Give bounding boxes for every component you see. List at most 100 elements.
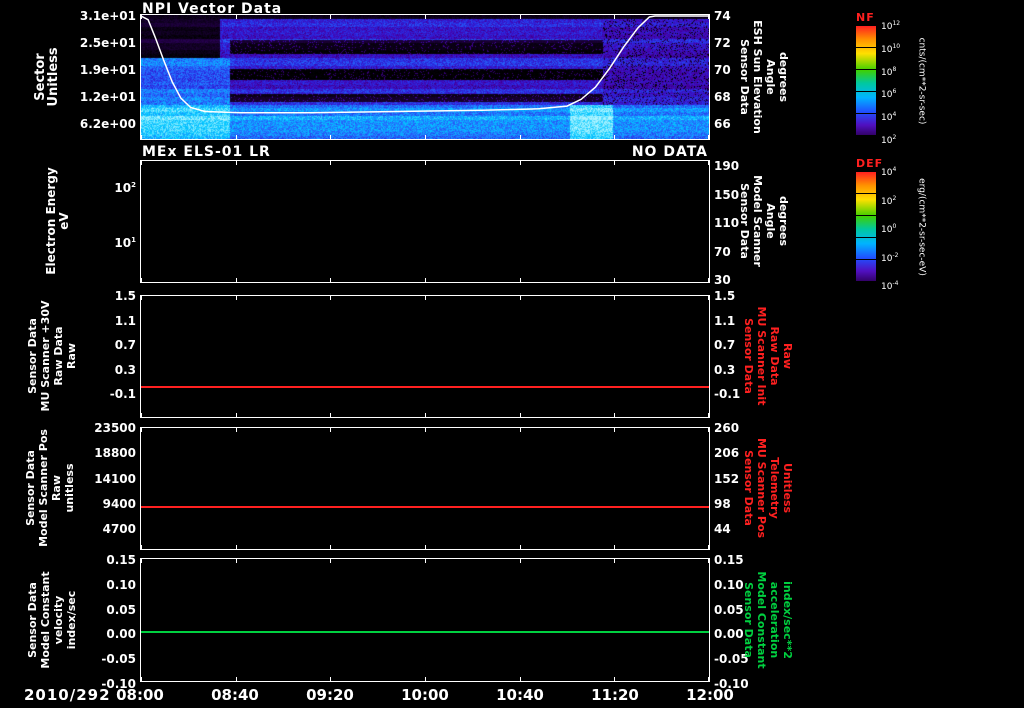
axis-tick-mark: [235, 135, 237, 139]
npi-y-axis-label: Sector Unitless: [33, 47, 61, 107]
axis-tick-mark: [614, 161, 616, 165]
axis-tick-mark: [614, 559, 616, 563]
tick-label: 0.10: [106, 577, 136, 592]
def-colorbar-ticks: 104 102 100 10-2 10-4: [881, 165, 917, 292]
mu30v-right-axis-label: Raw Raw Data MU Scanner Init Sensor Data: [742, 306, 794, 406]
tick-label: 10:40: [496, 686, 544, 704]
tick-label: 9400: [102, 496, 136, 511]
axis-tick-mark: [330, 296, 332, 300]
axis-tick-mark: [330, 677, 332, 681]
axis-tick-mark: [708, 545, 709, 549]
npi-right-axis-label: degrees Angle ESH Sun Elevation Sensor D…: [738, 20, 790, 134]
axis-tick-mark: [519, 135, 521, 139]
tick-label: 10:00: [401, 686, 449, 704]
axis-tick-mark: [614, 677, 616, 681]
mu30v-y-axis-label: Sensor Data MU Scanner +30V Raw Data Raw: [26, 300, 78, 412]
mu30v-panel: [140, 295, 710, 418]
sun-elevation-line: [141, 15, 709, 114]
axis-tick-mark: [141, 135, 142, 139]
tick-label: 1.1: [114, 313, 136, 328]
axis-tick-mark: [708, 296, 709, 300]
axis-tick-mark: [141, 278, 142, 282]
axis-tick-mark: [519, 278, 521, 282]
tick-label: -0.1: [109, 387, 136, 401]
axis-tick-mark: [141, 677, 142, 681]
nf-colorbar: [856, 26, 876, 136]
axis-tick-mark: [614, 135, 616, 139]
tick-label: 102: [881, 194, 897, 207]
sun-elevation-overlay: [141, 15, 709, 114]
els-title: MEx ELS-01 LR: [142, 144, 271, 160]
scannerpos-y-axis-label: Sensor Data Model Scanner Pos Raw unitle…: [24, 429, 76, 547]
tick-label: 0.7: [114, 338, 136, 352]
tick-label: 1.9e+01: [79, 63, 136, 77]
axis-tick-mark: [330, 15, 332, 19]
axis-tick-mark: [425, 278, 426, 282]
tick-label: 190: [714, 159, 740, 173]
scannerpos-panel: [140, 427, 710, 550]
velocity-data-line: [141, 631, 709, 634]
axis-tick-mark: [141, 413, 142, 417]
velocity-right-axis-label: index/sec**2 acceleration Model Constant…: [742, 571, 794, 669]
nf-colorbar-unit: cnts/(cm**2-sr-sec): [916, 37, 927, 125]
tick-label: 106: [881, 88, 897, 101]
axis-tick-mark: [235, 15, 237, 19]
axis-tick-mark: [235, 428, 237, 432]
axis-tick-mark: [614, 428, 616, 432]
tick-label: 104: [881, 166, 897, 178]
els-y-axis-label: Electron Energy eV: [44, 167, 71, 275]
axis-tick-mark: [708, 278, 709, 282]
tick-label: 08:40: [211, 686, 259, 704]
tick-label: 4700: [102, 522, 136, 536]
tick-label: 102: [114, 181, 136, 195]
no-data-label: NO DATA: [631, 144, 708, 160]
tick-label: 1012: [881, 20, 901, 32]
els-left-axis-ticks: 102 101: [96, 178, 136, 250]
axis-tick-mark: [708, 413, 709, 417]
axis-tick-mark: [425, 428, 426, 432]
tick-label: 104: [881, 111, 897, 124]
axis-tick-mark: [425, 135, 426, 139]
axis-tick-mark: [141, 15, 142, 19]
npi-spectrogram-panel: [140, 14, 710, 140]
x-axis-tick-labels: 08:00 08:40 09:20 10:00 10:40 11:20 12:00: [105, 686, 745, 704]
tick-label: 14100: [94, 471, 136, 486]
axis-tick-mark: [235, 677, 237, 681]
axis-tick-mark: [330, 135, 332, 139]
axis-tick-mark: [330, 428, 332, 432]
axis-tick-mark: [708, 135, 709, 139]
axis-tick-mark: [235, 278, 237, 282]
tick-label: 6.2e+00: [79, 117, 136, 131]
axis-tick-mark: [614, 413, 616, 417]
axis-tick-mark: [519, 677, 521, 681]
axis-tick-mark: [519, 559, 521, 563]
tick-label: 30: [714, 273, 731, 287]
axis-tick-mark: [519, 428, 521, 432]
axis-tick-mark: [141, 296, 142, 300]
nf-colorbar-ticks: 1012 1010 108 106 104 102: [881, 19, 917, 146]
date-label: 2010/292: [24, 686, 111, 704]
nf-colorbar-title: NF: [856, 11, 875, 24]
els-right-axis-label: degrees Angle Model Scanner Sensor Data: [738, 175, 790, 267]
tick-label: 1.2e+01: [79, 90, 136, 104]
tick-label: 08:00: [116, 686, 164, 704]
tick-label: 0.15: [714, 553, 744, 567]
axis-tick-mark: [614, 15, 616, 19]
axis-tick-mark: [235, 559, 237, 563]
axis-tick-mark: [425, 296, 426, 300]
tick-label: 260: [714, 421, 740, 435]
scannerpos-left-axis-ticks: 23500 18800 14100 9400 4700: [86, 421, 136, 536]
axis-tick-mark: [519, 15, 521, 19]
tick-label: 100: [881, 223, 897, 235]
tick-label: 0.3: [114, 362, 136, 377]
tick-label: 10-4: [881, 280, 899, 292]
axis-tick-mark: [519, 545, 521, 549]
velocity-y-axis-label: Sensor Data Model Constant velocity inde…: [26, 571, 78, 669]
axis-tick-mark: [330, 161, 332, 165]
axis-tick-mark: [425, 161, 426, 165]
plot-screen: NPI Vector Data MEx ELS-01 LR NO DATA 3.…: [0, 0, 1024, 708]
axis-tick-mark: [614, 278, 616, 282]
tick-label: 11:20: [591, 686, 639, 704]
axis-tick-mark: [141, 545, 142, 549]
tick-label: 23500: [94, 421, 136, 435]
